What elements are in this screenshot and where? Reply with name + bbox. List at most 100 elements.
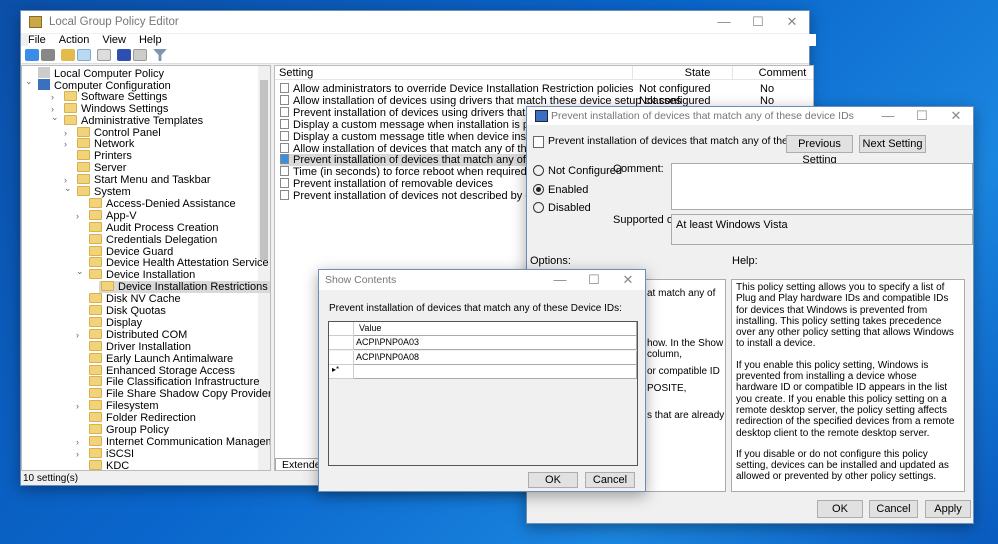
export-list-icon[interactable]: [97, 49, 111, 61]
show-hide-tree-icon[interactable]: [77, 49, 91, 61]
next-setting-button[interactable]: Next Setting: [859, 135, 926, 153]
tree-item[interactable]: iSCSI: [87, 447, 136, 460]
tree-item[interactable]: Distributed COM: [87, 328, 189, 341]
tree-item-label: Audit Process Creation: [106, 221, 219, 234]
radio-button[interactable]: [533, 202, 544, 213]
column-setting[interactable]: Setting: [279, 67, 313, 79]
table-row[interactable]: Allow administrators to override Device …: [280, 83, 810, 95]
tree-item[interactable]: Disk Quotas: [87, 305, 168, 317]
chevron-right-icon[interactable]: ›: [64, 139, 67, 149]
tree-item[interactable]: Software Settings: [62, 90, 169, 103]
tree-item[interactable]: Credentials Delegation: [87, 233, 219, 246]
up-folder-icon[interactable]: [61, 49, 75, 61]
value-cell[interactable]: ACPI\PNP0A08: [354, 350, 637, 365]
folder-icon: [89, 316, 102, 327]
chevron-right-icon[interactable]: ›: [76, 330, 79, 340]
filter-icon[interactable]: [153, 49, 167, 61]
tab-extended[interactable]: Extended: [275, 458, 326, 470]
folder-icon: [77, 162, 90, 173]
tree-item[interactable]: System: [75, 186, 133, 198]
tree-item[interactable]: File Share Shadow Copy Provider: [87, 388, 270, 400]
tree-item[interactable]: Device Health Attestation Service: [87, 257, 270, 269]
tree-item[interactable]: Internet Communication Management: [87, 435, 270, 448]
menu-file[interactable]: File: [28, 34, 46, 46]
help-icon[interactable]: [117, 49, 131, 61]
menu-action[interactable]: Action: [59, 34, 90, 46]
new-row-header[interactable]: ▸*: [329, 364, 354, 379]
chevron-right-icon[interactable]: ›: [51, 92, 54, 102]
tree-item[interactable]: Printers: [75, 150, 134, 162]
tree-item[interactable]: Computer Configuration: [36, 78, 173, 92]
previous-setting-button[interactable]: Previous Setting: [786, 135, 853, 166]
forward-icon[interactable]: [41, 49, 55, 61]
properties-icon[interactable]: [133, 49, 147, 61]
apply-button[interactable]: Apply: [925, 500, 971, 518]
tree-item[interactable]: Driver Installation: [87, 340, 193, 353]
chevron-right-icon[interactable]: ›: [76, 449, 79, 459]
radio-disabled[interactable]: Disabled: [533, 202, 591, 214]
tree-item[interactable]: Folder Redirection: [87, 412, 198, 424]
cancel-button[interactable]: Cancel: [585, 472, 635, 488]
maximize-button[interactable]: ☐: [741, 11, 775, 33]
minimize-button[interactable]: —: [871, 107, 905, 125]
tree-item[interactable]: Control Panel: [75, 126, 163, 139]
chevron-down-icon[interactable]: ⌄: [25, 76, 33, 87]
tree-item[interactable]: Windows Settings: [62, 102, 170, 115]
radio-button[interactable]: [533, 183, 544, 195]
value-cell[interactable]: [354, 364, 637, 379]
tree-item[interactable]: Device Installation: [87, 269, 197, 281]
chevron-right-icon[interactable]: ›: [76, 437, 79, 447]
show-contents-dialog: Show Contents — ☐ ✕ Prevent installation o…: [318, 269, 646, 492]
close-button[interactable]: ✕: [775, 11, 809, 33]
chevron-right-icon[interactable]: ›: [76, 211, 79, 221]
menu-help[interactable]: Help: [139, 34, 162, 46]
comment-textarea[interactable]: [671, 163, 973, 210]
tree-item[interactable]: App-V: [87, 209, 139, 222]
row-header[interactable]: [329, 336, 354, 351]
chevron-right-icon[interactable]: ›: [76, 401, 79, 411]
tree-item[interactable]: Enhanced Storage Access: [87, 364, 237, 377]
tree-item[interactable]: Filesystem: [87, 400, 161, 412]
maximize-button[interactable]: ☐: [577, 270, 611, 290]
minimize-button[interactable]: —: [543, 270, 577, 290]
radio-enabled[interactable]: Enabled: [533, 183, 588, 196]
radio-button[interactable]: [533, 165, 544, 176]
tree-item[interactable]: Local Computer Policy: [36, 67, 166, 80]
tree-item[interactable]: Administrative Templates: [62, 114, 205, 127]
tree-item-label: Filesystem: [106, 400, 159, 413]
tree-item[interactable]: Group Policy: [87, 424, 171, 436]
back-icon[interactable]: [25, 49, 39, 61]
tree-item[interactable]: Audit Process Creation: [87, 221, 221, 234]
tree-item[interactable]: KDC: [87, 459, 131, 470]
close-button[interactable]: ✕: [939, 107, 973, 125]
radio-not-configured[interactable]: Not Configured: [533, 165, 622, 177]
ok-button[interactable]: OK: [817, 500, 863, 518]
close-button[interactable]: ✕: [611, 270, 645, 290]
tree-item[interactable]: Network: [75, 138, 136, 150]
column-comment[interactable]: Comment: [732, 66, 813, 80]
policy-setting-icon: [280, 166, 289, 177]
tree-item[interactable]: Device Guard: [87, 245, 175, 258]
options-label: Options:: [530, 255, 571, 267]
row-header[interactable]: [329, 350, 354, 365]
cancel-button[interactable]: Cancel: [869, 500, 918, 518]
tree-item[interactable]: Disk NV Cache: [87, 293, 183, 305]
maximize-button[interactable]: ☐: [905, 107, 939, 125]
minimize-button[interactable]: —: [707, 11, 741, 33]
folder-icon: [89, 233, 102, 244]
ok-button[interactable]: OK: [528, 472, 578, 488]
tree-item[interactable]: Start Menu and Taskbar: [75, 174, 213, 186]
tree-item[interactable]: Server: [75, 162, 128, 174]
menu-view[interactable]: View: [102, 34, 126, 46]
chevron-down-icon[interactable]: ⌄: [64, 183, 72, 194]
chevron-right-icon[interactable]: ›: [64, 128, 67, 138]
chevron-down-icon[interactable]: ⌄: [76, 266, 84, 277]
tree-item-label: System: [94, 186, 131, 198]
tree-item[interactable]: Display: [87, 316, 144, 329]
value-cell[interactable]: ACPI\PNP0A03: [354, 336, 637, 351]
tree-item[interactable]: Device Installation Restrictions: [99, 281, 270, 294]
tree-item[interactable]: Early Launch Antimalware: [87, 352, 235, 365]
chevron-down-icon[interactable]: ⌄: [51, 112, 59, 123]
tree-item[interactable]: Access-Denied Assistance: [87, 197, 238, 210]
tree-item[interactable]: File Classification Infrastructure: [87, 376, 261, 388]
